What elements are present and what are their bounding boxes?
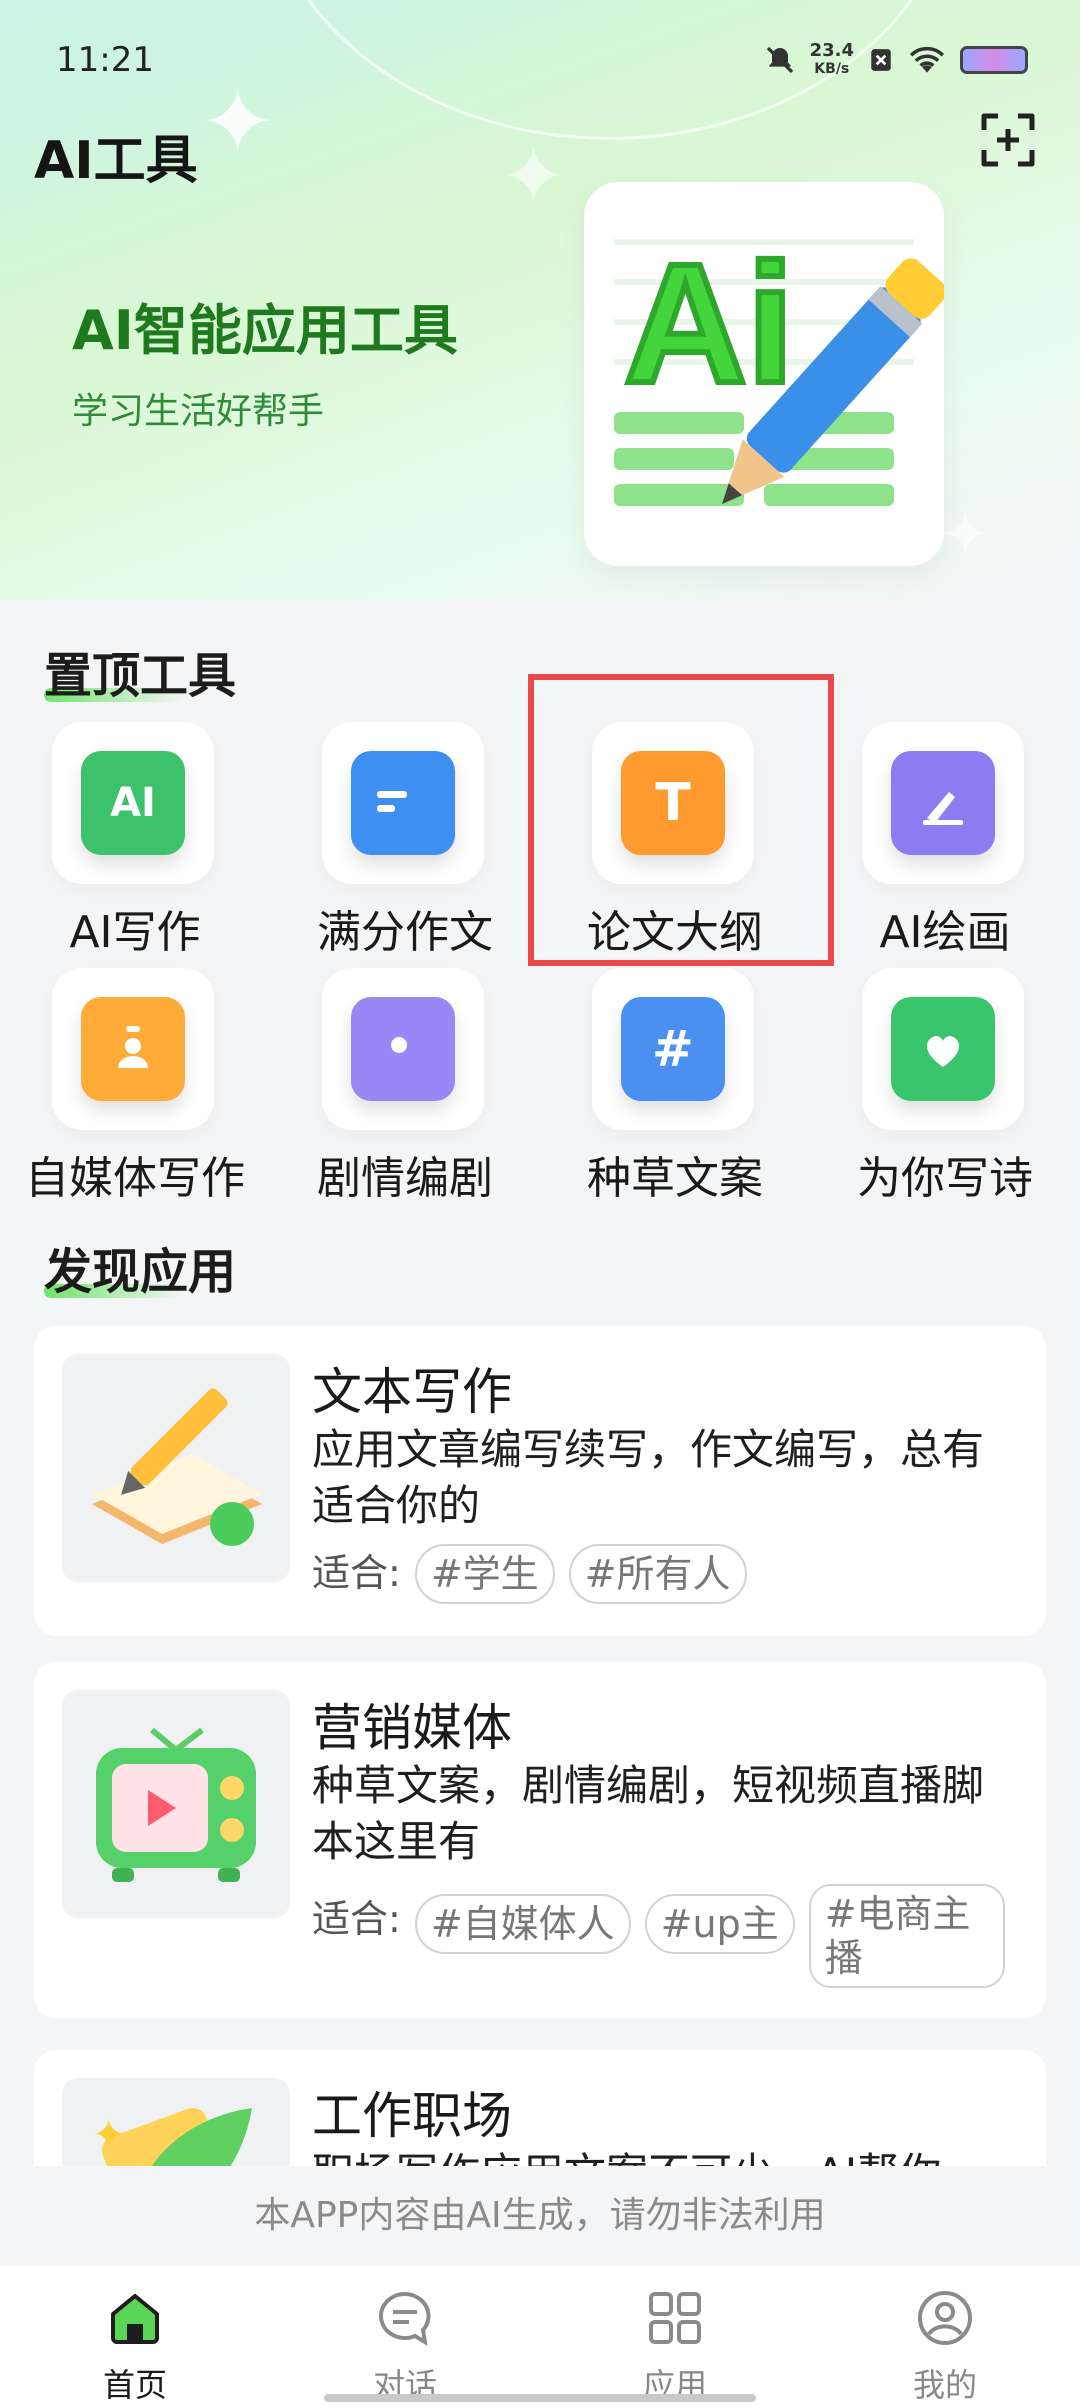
- hero-title: AI智能应用工具: [72, 299, 458, 362]
- status-bar: 11:21 23.4 KB/s: [0, 0, 1080, 120]
- speed-value: 23.4: [809, 40, 854, 61]
- ai-disclaimer: 本APP内容由AI生成，请勿非法利用: [0, 2166, 1080, 2266]
- tool-tile: AI: [52, 722, 214, 884]
- tag-chip: #自媒体人: [414, 1894, 631, 1954]
- sim-off-icon: [871, 49, 891, 71]
- tool-self-media-writing[interactable]: 自媒体写作: [0, 968, 270, 1204]
- tool-tile: [322, 722, 484, 884]
- card-description: 种草文案，剧情编剧，短视频直播脚本这里有: [312, 1761, 985, 1866]
- card-title: 文本写作: [312, 1363, 512, 1421]
- home-icon: [111, 2294, 159, 2344]
- discover-apps-heading: 发现应用: [44, 1232, 236, 1302]
- tag-chip: #电商主播: [808, 1884, 1005, 1988]
- chat-icon: [379, 2291, 431, 2346]
- tool-label: 自媒体写作: [25, 1153, 245, 1204]
- hashtag-icon: #: [621, 997, 725, 1101]
- tab-apps[interactable]: 应用: [540, 2266, 810, 2408]
- battery-icon: [960, 46, 1028, 74]
- paint-brush-icon: [891, 751, 995, 855]
- tool-label: 剧情编剧: [317, 1153, 493, 1204]
- selection-highlight: [528, 674, 834, 966]
- heart-envelope-icon: [891, 997, 995, 1101]
- tab-home[interactable]: 首页: [0, 2266, 270, 2408]
- card-title: 工作职场: [312, 2087, 512, 2145]
- svg-text:✦: ✦: [92, 2112, 126, 2158]
- book-icon: [351, 751, 455, 855]
- tab-profile[interactable]: 我的: [810, 2266, 1080, 2408]
- tool-label: AI写作: [69, 907, 201, 958]
- tool-label: 种草文案: [587, 1153, 763, 1204]
- tool-tile: [862, 968, 1024, 1130]
- card-title: 营销媒体: [312, 1699, 512, 1757]
- retro-tv-icon: [62, 1690, 290, 1918]
- page-title: AI工具: [34, 131, 198, 191]
- speed-unit: KB/s: [814, 61, 850, 77]
- card-tags: 适合: #自媒体人 #up主 #电商主播: [312, 1884, 1005, 1988]
- fit-label: 适合:: [312, 1897, 401, 1941]
- tool-label: AI绘画: [879, 907, 1011, 958]
- section-title-text: 置顶工具: [44, 648, 237, 704]
- card-tags: 适合: #学生 #所有人: [312, 1544, 747, 1604]
- video-camera-icon: [351, 997, 455, 1101]
- app-card-marketing-media[interactable]: 营销媒体 种草文案，剧情编剧，短视频直播脚本这里有 适合: #自媒体人 #up主…: [34, 1662, 1046, 2018]
- pinned-tools-heading: 置顶工具: [44, 636, 236, 706]
- tool-tile: [52, 968, 214, 1130]
- scan-icon: [981, 113, 1035, 167]
- ai-pencil-icon: Ai: [614, 226, 947, 506]
- tool-label: 为你写诗: [857, 1153, 1033, 1204]
- grid-icon: [649, 2292, 701, 2344]
- profile-icon: [918, 2291, 972, 2345]
- tag-chip: #up主: [644, 1894, 795, 1954]
- tool-tile: [862, 722, 1024, 884]
- status-time: 11:21: [56, 40, 154, 80]
- section-title-text: 发现应用: [44, 1244, 237, 1300]
- tool-ai-painting[interactable]: AI绘画: [810, 722, 1080, 958]
- app-card-text-writing[interactable]: 文本写作 应用文章编写续写，作文编写，总有适合你的 适合: #学生 #所有人: [34, 1326, 1046, 1636]
- tool-label: 满分作文: [317, 907, 493, 958]
- tool-ai-writing[interactable]: AI AI写作: [0, 722, 270, 958]
- tool-product-copy[interactable]: # 种草文案: [540, 968, 810, 1204]
- bottom-tab-bar: 首页 对话 应用 我的: [0, 2266, 1080, 2408]
- scan-button[interactable]: [980, 112, 1036, 168]
- tab-label: 我的: [912, 2366, 977, 2404]
- tool-tile: [322, 968, 484, 1130]
- sparkle-icon: ✦: [940, 500, 991, 570]
- tab-label: 首页: [102, 2366, 167, 2404]
- hero-subtitle: 学习生活好帮手: [72, 391, 325, 432]
- sparkle-icon: ✦: [500, 130, 568, 223]
- svg-text:Ai: Ai: [624, 229, 794, 419]
- home-indicator: [324, 2394, 756, 2402]
- tool-tile: #: [592, 968, 754, 1130]
- ai-writing-illustration: Ai: [584, 182, 947, 566]
- wifi-icon: [909, 46, 945, 73]
- tool-script-writing[interactable]: 剧情编剧: [270, 968, 540, 1204]
- mute-bell-icon: [766, 46, 793, 74]
- tab-chat[interactable]: 对话: [270, 2266, 540, 2408]
- fit-label: 适合:: [312, 1551, 401, 1595]
- card-description: 应用文章编写续写，作文编写，总有适合你的: [312, 1425, 985, 1530]
- network-speed: 23.4 KB/s: [810, 42, 854, 78]
- tool-write-poem[interactable]: 为你写诗: [810, 968, 1080, 1204]
- person-card-icon: [81, 997, 185, 1101]
- tag-chip: #学生: [414, 1544, 555, 1604]
- tool-full-score-essay[interactable]: 满分作文: [270, 722, 540, 958]
- writing-pen-icon: [62, 1354, 290, 1582]
- tag-chip: #所有人: [568, 1544, 747, 1604]
- ai-icon: AI: [81, 751, 185, 855]
